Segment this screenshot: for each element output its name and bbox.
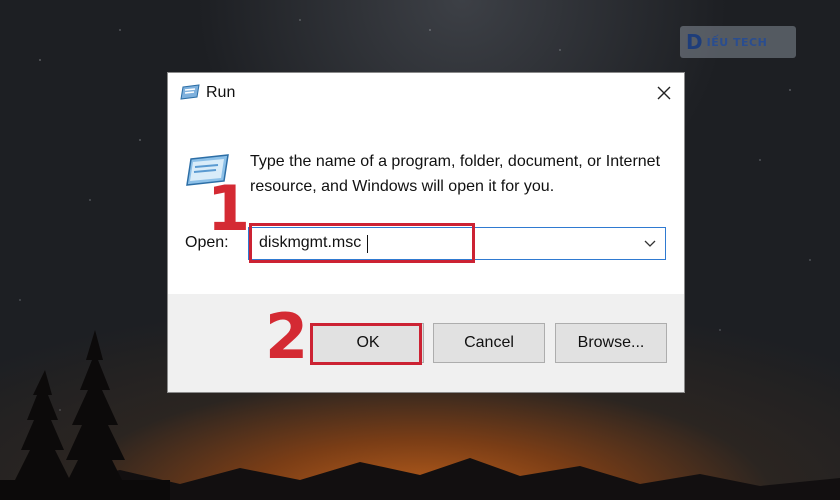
button-bar: OK Cancel Browse... <box>168 294 684 392</box>
pine-trees-silhouette <box>0 330 170 500</box>
close-icon <box>657 86 671 100</box>
watermark-logo-text: IẾU TECH <box>706 35 768 49</box>
title-bar: Run <box>168 73 684 113</box>
dialog-description: Type the name of a program, folder, docu… <box>250 153 661 195</box>
dropdown-button[interactable] <box>639 232 661 256</box>
close-button[interactable] <box>652 81 676 105</box>
cancel-button[interactable]: Cancel <box>433 323 545 363</box>
watermark-logo: D IẾU TECH <box>680 26 796 58</box>
ok-button[interactable]: OK <box>312 323 424 363</box>
open-input[interactable] <box>259 234 619 252</box>
step-number-2: 2 <box>265 300 309 373</box>
chevron-down-icon <box>644 240 656 247</box>
dialog-title: Run <box>206 84 236 101</box>
text-caret <box>367 235 368 253</box>
watermark-logo-letter: D <box>686 30 703 54</box>
browse-button[interactable]: Browse... <box>555 323 667 363</box>
open-combobox[interactable] <box>248 227 666 260</box>
run-title-icon <box>180 84 200 100</box>
step-number-1: 1 <box>207 172 251 245</box>
